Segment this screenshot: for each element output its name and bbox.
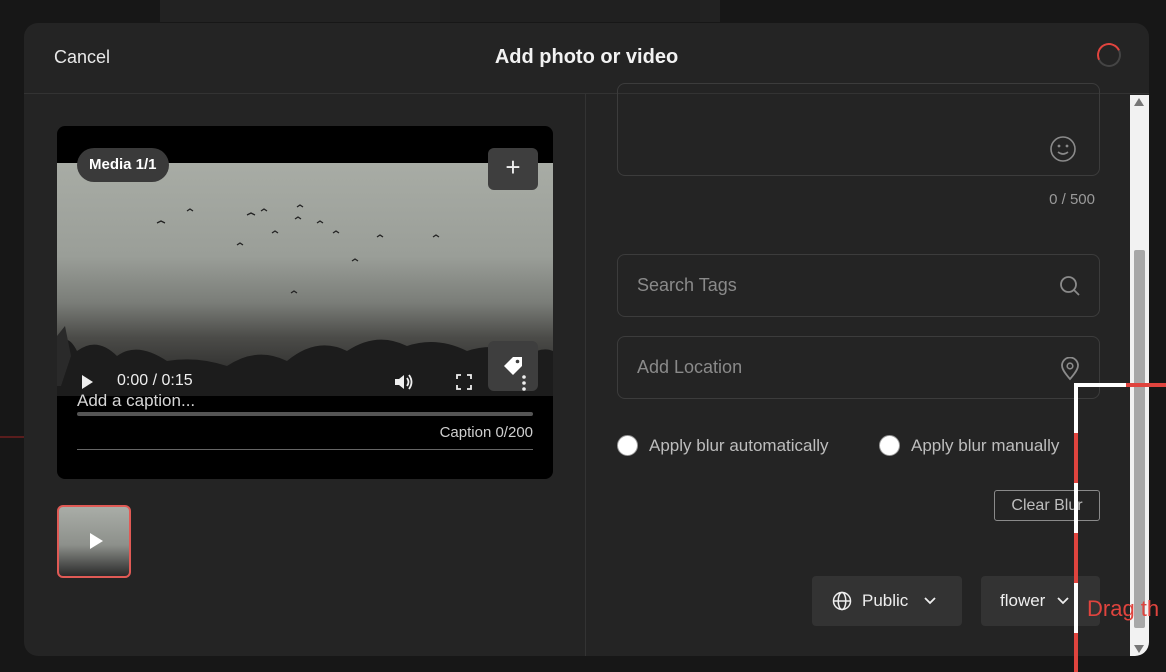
background-strip (440, 0, 700, 22)
category-value: flower (1000, 591, 1046, 610)
media-count-badge: Media 1/1 (77, 148, 169, 182)
search-tags-input[interactable] (637, 255, 1037, 316)
add-media-modal: Cancel Add photo or video Media 1/1 + 0:… (24, 23, 1149, 656)
scrollbar-thumb[interactable] (1134, 250, 1145, 628)
tags-field (617, 254, 1100, 317)
video-progress-bar[interactable] (77, 412, 533, 416)
radio-button[interactable] (617, 435, 638, 456)
description-counter: 0 / 500 (1049, 191, 1095, 208)
radio-button[interactable] (879, 435, 900, 456)
play-icon[interactable] (82, 375, 93, 389)
add-location-input[interactable] (637, 337, 1037, 398)
caption-input[interactable] (77, 388, 533, 414)
caption-counter: Caption 0/200 (439, 424, 533, 441)
media-thumbnail[interactable] (57, 505, 131, 578)
chevron-down-icon (924, 597, 936, 605)
drag-hint-text: Drag th (1087, 596, 1160, 621)
globe-icon (832, 591, 852, 611)
location-field (617, 336, 1100, 399)
background-line (0, 436, 26, 438)
scroll-up-arrow-icon[interactable] (1134, 98, 1144, 106)
birds (156, 204, 440, 294)
vertical-scrollbar[interactable] (1130, 95, 1149, 656)
chevron-down-icon (1057, 597, 1069, 605)
scroll-down-arrow-icon[interactable] (1134, 645, 1144, 653)
blur-auto-option[interactable]: Apply blur automatically (617, 435, 829, 456)
location-pin-icon[interactable] (1059, 357, 1081, 381)
caption-underline (77, 449, 533, 450)
privacy-dropdown[interactable]: Public (812, 576, 962, 626)
plus-icon: + (505, 152, 521, 182)
blur-manual-label: Apply blur manually (911, 435, 1060, 455)
blur-manual-option[interactable]: Apply blur manually (879, 435, 1059, 456)
media-preview: Media 1/1 + 0:00 / 0:15 Captio (57, 126, 553, 479)
panel-divider (585, 94, 586, 656)
modal-title: Add photo or video (494, 46, 679, 68)
description-field[interactable] (617, 83, 1100, 176)
search-icon[interactable] (1059, 275, 1081, 297)
privacy-value: Public (862, 591, 909, 610)
clear-blur-button[interactable]: Clear Blur (994, 490, 1100, 521)
video-frame (57, 163, 553, 396)
add-media-button[interactable]: + (488, 148, 538, 190)
category-dropdown[interactable]: flower (981, 576, 1100, 626)
blur-auto-label: Apply blur automatically (649, 435, 829, 455)
emoji-icon[interactable] (1049, 135, 1077, 163)
play-icon (90, 533, 103, 549)
